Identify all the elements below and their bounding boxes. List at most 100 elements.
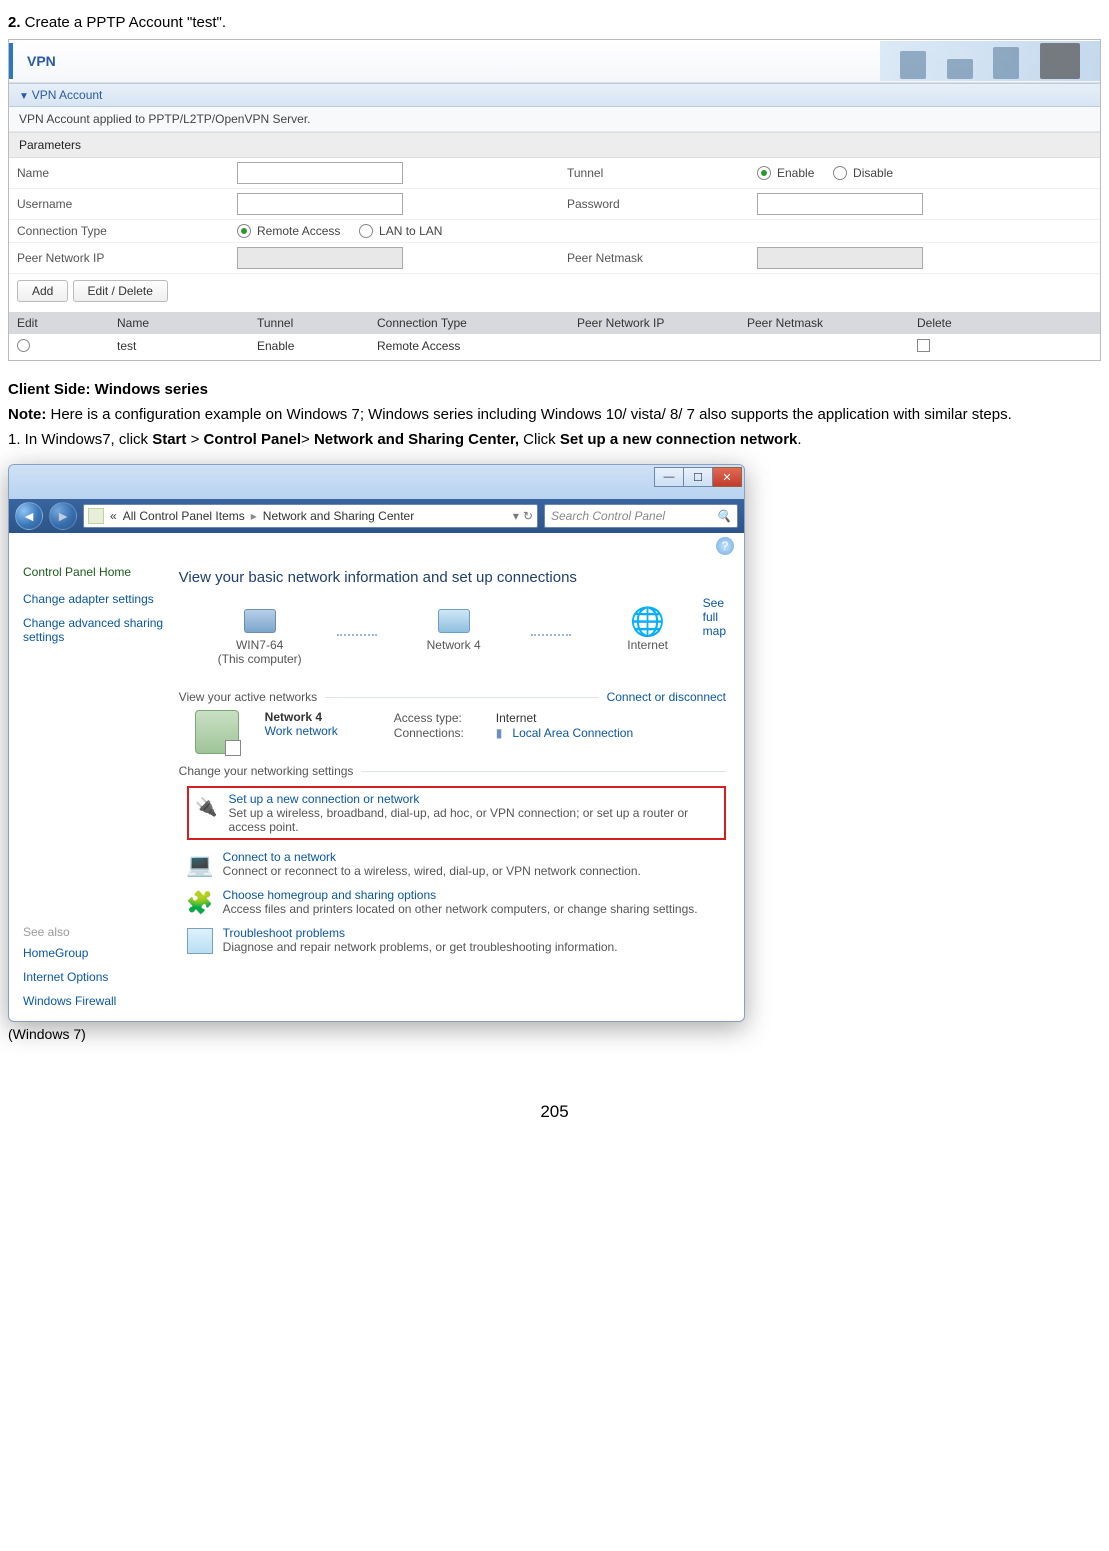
button-row: Add Edit / Delete: [9, 274, 1100, 312]
label-password: Password: [559, 189, 749, 220]
node-network[interactable]: Network 4: [399, 604, 509, 666]
h-name: Name: [109, 312, 249, 334]
h-delete: Delete: [909, 312, 1009, 334]
note-label: Note:: [8, 406, 46, 423]
note-text: Here is a configuration example on Windo…: [46, 406, 1011, 423]
tunnel-enable-radio[interactable]: [757, 166, 771, 180]
search-input[interactable]: Search Control Panel 🔍: [544, 504, 738, 528]
list-header: Edit Name Tunnel Connection Type Peer Ne…: [9, 312, 1100, 334]
client-side-heading: Client Side: Windows series: [8, 379, 1101, 400]
node-internet[interactable]: 🌐 Internet: [593, 604, 703, 666]
sidebar-advanced[interactable]: Change advanced sharing settings: [23, 616, 165, 644]
breadcrumb-seg1[interactable]: All Control Panel Items: [123, 509, 245, 523]
dropdown-icon[interactable]: ▾: [513, 509, 519, 523]
task-hg-sub: Access files and printers located on oth…: [223, 902, 698, 916]
setup-icon: 🔌: [195, 794, 219, 820]
minimize-button[interactable]: —: [654, 467, 684, 487]
maximize-button[interactable]: ☐: [684, 467, 713, 487]
task-hg-title: Choose homegroup and sharing options: [223, 888, 698, 902]
active-type[interactable]: Work network: [265, 724, 338, 738]
caption: (Windows 7): [8, 1026, 1101, 1042]
task-connect[interactable]: 💻 Connect to a network Connect or reconn…: [187, 850, 726, 878]
sidebar-homegroup[interactable]: HomeGroup: [23, 946, 165, 960]
toolbar: ◄ ► « All Control Panel Items ▸ Network …: [9, 499, 744, 533]
label-conntype: Connection Type: [9, 220, 229, 243]
inet-name: Internet: [627, 638, 668, 652]
titlebar: — ☐ ✕: [9, 465, 744, 499]
password-input[interactable]: [757, 193, 923, 215]
globe-icon: 🌐: [631, 604, 665, 638]
peermask-input[interactable]: [757, 247, 923, 269]
search-icon: 🔍: [716, 509, 731, 523]
page-title: View your basic network information and …: [179, 569, 726, 586]
node-pc[interactable]: WIN7-64 (This computer): [205, 604, 315, 666]
conn-value[interactable]: Local Area Connection: [512, 726, 633, 740]
access-label: Access type:: [394, 711, 486, 725]
help-icon[interactable]: ?: [716, 537, 734, 555]
breadcrumb-seg2[interactable]: Network and Sharing Center: [263, 509, 414, 523]
breadcrumb-chevron: «: [110, 509, 117, 523]
net-name: Network 4: [427, 638, 481, 652]
network-map: WIN7-64 (This computer) Network 4 🌐 Inte…: [205, 604, 703, 666]
step2-num: 2.: [8, 14, 21, 31]
task-setup[interactable]: 🔌 Set up a new connection or network Set…: [195, 792, 718, 834]
username-input[interactable]: [237, 193, 403, 215]
gt1: >: [186, 431, 203, 448]
edit-radio[interactable]: [17, 339, 30, 352]
period: .: [797, 431, 801, 448]
section-vpn-account[interactable]: VPN Account: [9, 83, 1100, 107]
edit-delete-button[interactable]: Edit / Delete: [73, 280, 168, 302]
vpn-banner: VPN: [9, 40, 1100, 83]
row-peermask: [739, 334, 909, 360]
kw-nsc: Network and Sharing Center,: [314, 431, 519, 448]
tunnel-disable-radio[interactable]: [833, 166, 847, 180]
work-network-icon[interactable]: [195, 710, 239, 754]
kw-setnew: Set up a new connection network: [560, 431, 798, 448]
back-button[interactable]: ◄: [15, 502, 43, 530]
label-peermask: Peer Netmask: [559, 243, 749, 274]
vpn-panel: VPN VPN Account VPN Account applied to P…: [8, 39, 1101, 361]
peerip-input[interactable]: [237, 247, 403, 269]
connect-disconnect[interactable]: Connect or disconnect: [607, 690, 726, 704]
label-name: Name: [9, 158, 229, 189]
troubleshoot-icon: [187, 928, 213, 954]
sidebar-adapter[interactable]: Change adapter settings: [23, 592, 165, 606]
add-button[interactable]: Add: [17, 280, 68, 302]
sidebar-inetopt[interactable]: Internet Options: [23, 970, 165, 984]
remote-access-radio[interactable]: [237, 224, 251, 238]
vpn-tab[interactable]: VPN: [9, 43, 70, 79]
vpn-description: VPN Account applied to PPTP/L2TP/OpenVPN…: [9, 107, 1100, 132]
breadcrumb[interactable]: « All Control Panel Items ▸ Network and …: [83, 504, 538, 528]
pc-sub: (This computer): [218, 652, 302, 666]
forward-button[interactable]: ►: [49, 502, 77, 530]
label-peerip: Peer Network IP: [9, 243, 229, 274]
pc-name: WIN7-64: [236, 638, 283, 652]
h-tunnel: Tunnel: [249, 312, 369, 334]
connect-icon: 💻: [187, 852, 213, 878]
lan-to-lan-radio[interactable]: [359, 224, 373, 238]
cp-home[interactable]: Control Panel Home: [23, 565, 165, 579]
row-conn: Remote Access: [369, 334, 569, 360]
task-homegroup[interactable]: 🧩 Choose homegroup and sharing options A…: [187, 888, 726, 916]
close-button[interactable]: ✕: [713, 467, 742, 487]
highlight-box: 🔌 Set up a new connection or network Set…: [187, 786, 726, 840]
row-tunnel: Enable: [249, 334, 369, 360]
name-input[interactable]: [237, 162, 403, 184]
label-username: Username: [9, 189, 229, 220]
label-enable: Enable: [777, 166, 814, 180]
vpn-form: Name Tunnel Enable Disable Username Pass…: [9, 158, 1100, 274]
task-troubleshoot[interactable]: Troubleshoot problems Diagnose and repai…: [187, 926, 726, 954]
task-ts-title: Troubleshoot problems: [223, 926, 618, 940]
breadcrumb-sep: ▸: [251, 509, 257, 523]
delete-checkbox[interactable]: [917, 339, 930, 352]
access-value: Internet: [496, 711, 537, 725]
h-edit: Edit: [9, 312, 109, 334]
change-label: Change your networking settings: [179, 764, 354, 778]
main-content: View your basic network information and …: [179, 555, 744, 1021]
note-paragraph: Note: Here is a configuration example on…: [8, 404, 1101, 425]
cp-icon: [88, 508, 104, 524]
refresh-icon[interactable]: ↻: [523, 509, 533, 523]
see-full-map[interactable]: See full map: [703, 596, 726, 638]
change-head: Change your networking settings: [179, 764, 726, 778]
sidebar-firewall[interactable]: Windows Firewall: [23, 994, 165, 1008]
